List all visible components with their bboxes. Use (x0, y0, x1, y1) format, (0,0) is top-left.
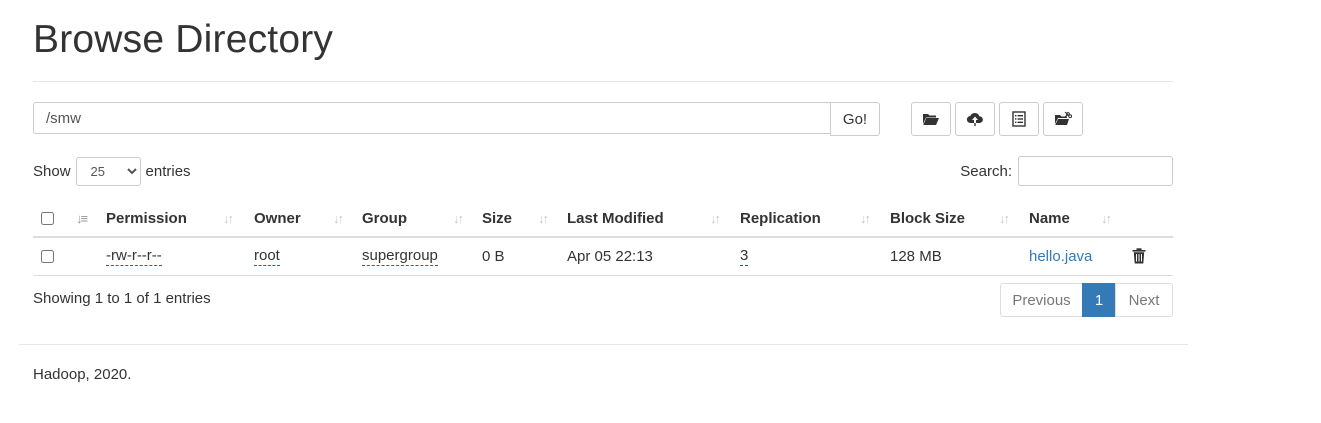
cloud-upload-icon (966, 112, 983, 126)
replication-value[interactable]: 3 (740, 247, 749, 266)
row-checkbox[interactable] (41, 249, 54, 263)
column-header-last-modified[interactable]: Last Modified (567, 200, 664, 236)
footer-divider (19, 344, 1188, 345)
column-header-block-size[interactable]: Block Size (890, 200, 965, 236)
select-all-cell (41, 200, 54, 236)
path-input[interactable] (33, 102, 830, 134)
sort-both-icon[interactable]: ↓↑ (999, 200, 1010, 236)
owner-cell: root (254, 237, 280, 275)
sort-both-icon[interactable]: ↓↑ (333, 200, 344, 236)
go-button[interactable]: Go! (830, 102, 880, 136)
permission-cell: -rw-r--r-- (106, 237, 162, 275)
sort-both-icon[interactable]: ↓↑ (710, 200, 721, 236)
toolbar (911, 102, 1083, 136)
row-select-cell (41, 237, 54, 275)
sort-both-icon[interactable]: ↓↑ (1101, 200, 1112, 236)
table-row: -rw-r--r-- root supergroup 0 B Apr 05 22… (33, 237, 1173, 276)
column-header-permission[interactable]: Permission (106, 200, 187, 236)
cut-paste-button[interactable] (1043, 102, 1083, 136)
search-input[interactable] (1018, 156, 1173, 186)
table-header: ↓≡ Permission ↓↑ Owner ↓↑ Group ↓↑ Size … (33, 200, 1173, 238)
show-label: Show (33, 162, 71, 180)
sort-both-icon[interactable]: ↓↑ (223, 200, 234, 236)
file-name-link[interactable]: hello.java (1029, 248, 1092, 265)
column-header-size[interactable]: Size (482, 200, 512, 236)
entries-select[interactable]: 102550100 (75, 156, 141, 186)
delete-button[interactable] (1132, 237, 1146, 275)
replication-cell: 3 (740, 237, 749, 275)
entries-label: entries (145, 162, 191, 180)
sort-both-icon[interactable]: ↓↑ (538, 200, 549, 236)
footer-text: Hadoop, 2020. (33, 366, 132, 383)
last-modified-value: Apr 05 22:13 (567, 247, 653, 265)
select-all-checkbox[interactable] (41, 211, 54, 225)
path-bar: Go! (33, 102, 880, 136)
search-label: Search: (960, 162, 1012, 180)
column-header-name[interactable]: Name (1029, 200, 1070, 236)
trash-icon (1132, 248, 1146, 264)
folder-open-icon (923, 114, 939, 125)
size-value: 0 B (482, 247, 505, 265)
previous-page-button[interactable]: Previous (1000, 283, 1083, 317)
group-cell: supergroup (362, 237, 438, 275)
sort-asc-icon[interactable]: ↓≡ (76, 200, 88, 236)
block-size-value: 128 MB (890, 247, 942, 265)
search-control: Search: (960, 156, 1173, 186)
column-header-owner[interactable]: Owner (254, 200, 301, 236)
list-icon (1012, 111, 1026, 127)
folder-cut-icon (1055, 111, 1072, 125)
page-1-button[interactable]: 1 (1082, 283, 1116, 317)
create-directory-button[interactable] (911, 102, 951, 136)
sort-both-icon[interactable]: ↓↑ (860, 200, 871, 236)
page-title: Browse Directory (33, 18, 334, 61)
entries-length-control: Show 102550100 entries (33, 156, 191, 186)
column-header-replication[interactable]: Replication (740, 200, 821, 236)
upload-button[interactable] (955, 102, 995, 136)
column-header-group[interactable]: Group (362, 200, 407, 236)
header-divider (33, 81, 1173, 82)
name-cell: hello.java (1029, 237, 1092, 275)
pagination: Previous 1 Next (1000, 283, 1173, 317)
next-page-button[interactable]: Next (1115, 283, 1173, 317)
list-view-button[interactable] (999, 102, 1039, 136)
table-info: Showing 1 to 1 of 1 entries (33, 290, 211, 307)
permission-value[interactable]: -rw-r--r-- (106, 247, 162, 266)
sort-both-icon[interactable]: ↓↑ (453, 200, 464, 236)
owner-value[interactable]: root (254, 247, 280, 266)
group-value[interactable]: supergroup (362, 247, 438, 266)
